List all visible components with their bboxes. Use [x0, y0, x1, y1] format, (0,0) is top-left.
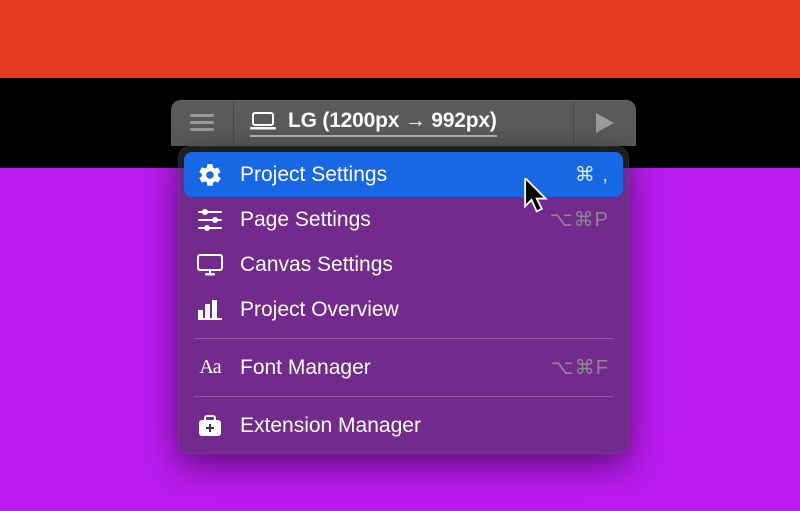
menu-item-font-manager[interactable]: Aa Font Manager ⌥⌘F [184, 345, 623, 390]
menu-item-label: Font Manager [240, 356, 537, 380]
main-menu-button[interactable] [171, 100, 233, 146]
menu-item-page-settings[interactable]: Page Settings ⌥⌘P [184, 197, 623, 242]
bg-stripe-red [0, 0, 800, 78]
breakpoint-selector[interactable]: LG (1200px → 992px) [234, 109, 573, 137]
sliders-icon [198, 209, 222, 231]
menu-item-canvas-settings[interactable]: Canvas Settings [184, 242, 623, 287]
play-icon [596, 113, 614, 133]
toolbar: LG (1200px → 992px) [171, 100, 636, 146]
menu-item-label: Project Overview [240, 298, 595, 322]
monitor-icon [197, 254, 223, 276]
bar-chart-icon [198, 300, 222, 320]
menu-item-shortcut: ⌘ , [575, 162, 609, 187]
menu-item-label: Project Settings [240, 163, 561, 187]
menu-item-shortcut: ⌥⌘F [551, 355, 609, 380]
hamburger-icon [190, 114, 214, 132]
menu-divider [194, 396, 613, 397]
menu-item-project-settings[interactable]: Project Settings ⌘ , [184, 152, 623, 197]
menu-divider [194, 338, 613, 339]
menu-item-label: Page Settings [240, 208, 536, 232]
briefcase-plus-icon [198, 415, 222, 437]
menu-item-extension-manager[interactable]: Extension Manager [184, 403, 623, 448]
menu-item-shortcut: ⌥⌘P [550, 207, 609, 232]
breakpoint-label: LG (1200px → 992px) [288, 109, 497, 133]
laptop-icon [250, 112, 276, 130]
main-menu-dropdown: Project Settings ⌘ , Page Settings ⌥⌘P [178, 146, 629, 454]
menu-item-label: Extension Manager [240, 414, 595, 438]
preview-button[interactable] [574, 100, 636, 146]
typography-icon: Aa [199, 356, 220, 379]
gear-icon [197, 162, 223, 188]
menu-item-project-overview[interactable]: Project Overview [184, 287, 623, 332]
menu-item-label: Canvas Settings [240, 253, 595, 277]
